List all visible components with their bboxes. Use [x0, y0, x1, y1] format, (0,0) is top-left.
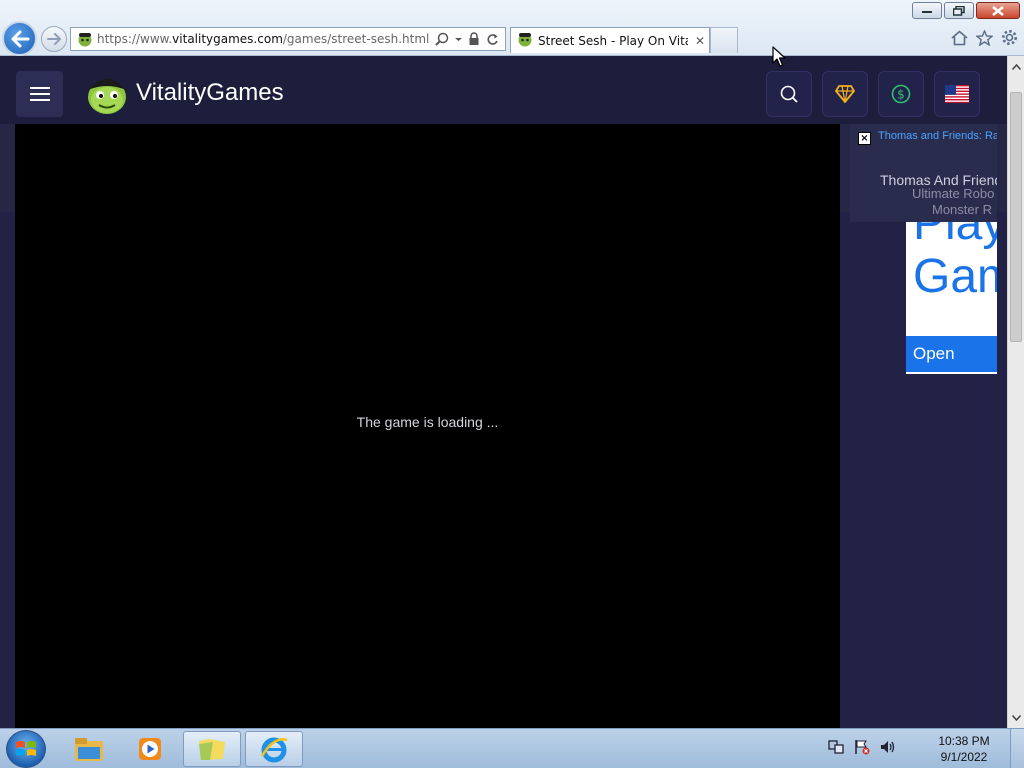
lock-icon[interactable] — [468, 32, 480, 46]
taskbar-folder[interactable] — [183, 731, 241, 767]
site-logo[interactable]: VitalityGames — [84, 70, 284, 116]
taskbar-explorer[interactable] — [60, 731, 118, 767]
media-player-icon — [139, 738, 161, 760]
minimize-icon — [922, 10, 932, 13]
site-header: VitalityGames $ — [0, 56, 1007, 124]
gear-icon[interactable] — [1001, 29, 1018, 50]
suggestion-panel: × Thomas and Friends: Ra Monster R Ultim… — [850, 124, 997, 222]
dollar-coin-icon: $ — [891, 84, 911, 104]
url-path: /games/street-sesh.html — [282, 32, 430, 46]
search-icon[interactable] — [435, 32, 449, 46]
arrow-left-icon — [11, 30, 29, 47]
game-frame[interactable]: The game is loading ... — [15, 124, 840, 728]
ad-headline-line2: Gam — [913, 250, 997, 303]
premium-button[interactable] — [822, 71, 868, 117]
arrow-right-icon — [47, 33, 61, 45]
tab-title: Street Sesh - Play On Vitalit... — [538, 33, 688, 48]
folder-icon — [199, 739, 225, 760]
vertical-scrollbar[interactable] — [1007, 56, 1024, 728]
suggestion-item[interactable]: Monster R — [932, 202, 992, 217]
language-button[interactable] — [934, 71, 980, 117]
hamburger-icon — [29, 87, 50, 101]
start-button[interactable] — [6, 730, 46, 768]
url-prefix: https://www. — [97, 32, 173, 46]
address-url[interactable]: https://www.vitalitygames.com/games/stre… — [97, 32, 435, 46]
suggestion-item[interactable]: Ultimate Robo — [912, 186, 994, 201]
restore-button[interactable] — [944, 2, 974, 19]
restore-icon — [953, 5, 965, 16]
network-icon[interactable] — [828, 739, 844, 759]
taskbar: 10:38 PM 9/1/2022 — [0, 728, 1024, 768]
suggestion-close-button[interactable]: × — [858, 132, 871, 145]
action-center-flag-icon[interactable] — [854, 739, 870, 759]
scroll-down-button[interactable] — [1008, 709, 1024, 726]
chevron-down-icon — [1011, 714, 1021, 721]
taskbar-clock[interactable]: 10:38 PM 9/1/2022 — [930, 733, 998, 765]
scroll-thumb[interactable] — [1010, 92, 1022, 342]
url-host: vitalitygames.com — [172, 32, 283, 46]
tab-close-button[interactable]: ✕ — [695, 34, 705, 48]
star-icon[interactable] — [975, 28, 994, 50]
suggestion-link[interactable]: Thomas and Friends: Ra — [878, 130, 997, 142]
address-bar[interactable]: https://www.vitalitygames.com/games/stre… — [70, 27, 506, 51]
clock-date: 9/1/2022 — [940, 750, 988, 764]
site-favicon — [77, 31, 93, 47]
back-button[interactable] — [2, 21, 37, 56]
game-loading-text: The game is loading ... — [356, 414, 499, 430]
gem-icon — [835, 85, 855, 103]
internet-explorer-icon — [260, 737, 288, 763]
close-icon — [992, 5, 1004, 16]
svg-text:$: $ — [897, 88, 905, 102]
browser-tools — [951, 28, 1018, 50]
search-icon — [780, 85, 798, 103]
browser-tab[interactable]: Street Sesh - Play On Vitalit... ✕ — [510, 27, 710, 53]
goblin-mascot-icon — [88, 79, 126, 114]
show-desktop-button[interactable] — [1010, 729, 1024, 768]
window-controls — [912, 2, 1020, 19]
us-flag-icon — [945, 85, 969, 103]
close-button[interactable] — [976, 2, 1020, 19]
currency-button[interactable]: $ — [878, 71, 924, 117]
mouse-cursor-icon — [772, 46, 786, 67]
tab-favicon — [517, 31, 533, 51]
taskbar-internet-explorer[interactable] — [245, 731, 303, 767]
browser-chrome: https://www.vitalitygames.com/games/stre… — [0, 0, 1024, 56]
system-tray — [828, 739, 896, 759]
chevron-up-icon — [1011, 63, 1021, 70]
home-icon[interactable] — [951, 29, 968, 50]
scroll-up-button[interactable] — [1008, 58, 1024, 75]
refresh-icon[interactable] — [486, 32, 499, 46]
page-viewport: VitalityGames $ The game is loading ... … — [0, 56, 1007, 728]
ad-open-button[interactable]: Open — [906, 336, 997, 372]
search-button[interactable] — [766, 71, 812, 117]
windows-explorer-icon — [75, 738, 103, 761]
ad-banner[interactable]: Play Gam Open — [906, 222, 997, 374]
forward-button[interactable] — [41, 26, 67, 52]
clock-time: 10:38 PM — [938, 734, 990, 748]
dropdown-icon[interactable] — [455, 32, 462, 46]
taskbar-media-player[interactable] — [121, 731, 179, 767]
new-tab-button[interactable] — [710, 27, 738, 53]
suggestion-item[interactable]: Thomas And Friend — [880, 172, 997, 188]
windows-logo-icon — [16, 741, 36, 756]
address-actions — [435, 32, 505, 46]
ad-headline-line1: Play — [913, 222, 997, 250]
hamburger-menu-button[interactable] — [16, 71, 63, 117]
volume-icon[interactable] — [880, 739, 896, 759]
site-name: VitalityGames — [136, 79, 284, 106]
minimize-button[interactable] — [912, 2, 942, 19]
